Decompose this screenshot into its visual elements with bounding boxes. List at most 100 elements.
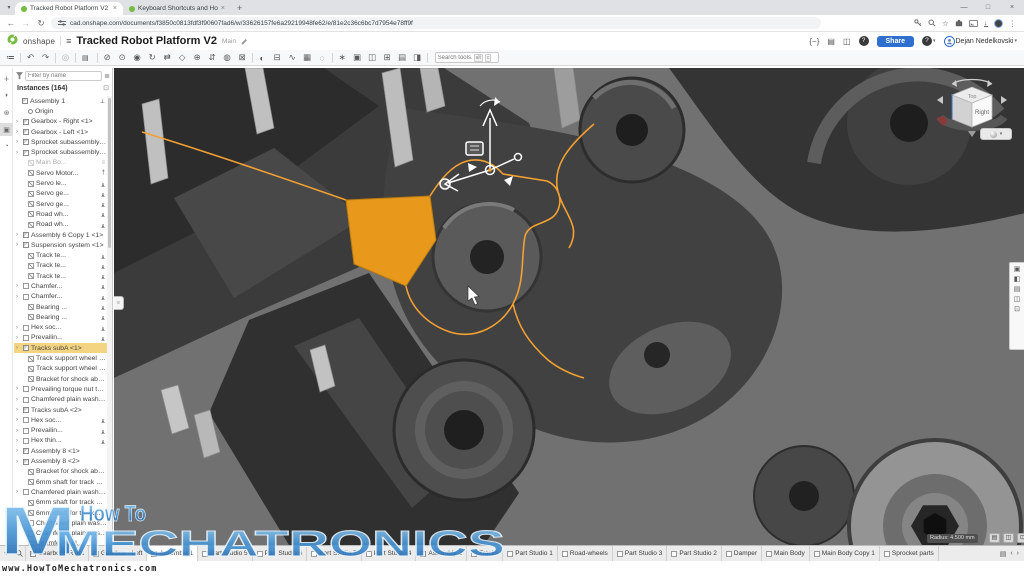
list-options-icon[interactable]: ≣: [104, 72, 110, 80]
document-tab[interactable]: Part Studio 7: [307, 546, 362, 561]
cylindrical-mate-icon[interactable]: ⊕: [190, 52, 205, 63]
tree-item[interactable]: 6mm shaft for track whee...: [14, 498, 107, 508]
tree-item[interactable]: Track support wheel <2>: [14, 364, 107, 374]
tree-item[interactable]: Servo ge...Y: [14, 199, 107, 209]
tree-item[interactable]: Track te...Y: [14, 271, 107, 281]
tree-item[interactable]: ›Chamfered plain washer ...: [14, 395, 107, 405]
expand-chevron-icon[interactable]: ›: [16, 119, 21, 125]
appearance-icon[interactable]: ◨: [410, 52, 425, 63]
undo-icon[interactable]: ↶: [23, 52, 38, 63]
redo-icon[interactable]: ↷: [38, 52, 53, 63]
tree-item[interactable]: Road wh...Y: [14, 209, 107, 219]
expand-chevron-icon[interactable]: ›: [16, 139, 21, 145]
rack-pinion-icon[interactable]: ⊟: [270, 52, 285, 63]
explode-icon[interactable]: ∗: [335, 52, 350, 63]
document-tab[interactable]: Main Body Copy 1: [810, 546, 880, 561]
tree-item[interactable]: ›Hex soc...Y: [14, 323, 107, 333]
document-tab[interactable]: Road-wheels: [558, 546, 613, 561]
road-wheel-center[interactable]: [433, 203, 541, 311]
fastened-mate-icon[interactable]: ⊠: [235, 52, 250, 63]
new-tab-button[interactable]: +: [237, 3, 242, 13]
tree-item[interactable]: Bearing ...Y: [14, 302, 107, 312]
expand-chevron-icon[interactable]: ›: [16, 438, 21, 444]
browser-tab[interactable]: Keyboard Shortcuts and Hotke×: [123, 2, 231, 15]
tree-item[interactable]: Servo Motor...†: [14, 168, 107, 178]
road-wheel-lower[interactable]: [394, 360, 534, 500]
notes-icon[interactable]: ▤: [827, 37, 835, 46]
document-tab[interactable]: Part Studio 3: [613, 546, 668, 561]
expand-chevron-icon[interactable]: ›: [16, 448, 21, 454]
assembly-3d-scene[interactable]: [114, 68, 1024, 545]
url-field[interactable]: cad.onshape.com/documents/f3850c0813fdf3…: [51, 17, 821, 29]
scroll-tabs-right-icon[interactable]: ›: [1017, 550, 1019, 557]
named-positions-icon[interactable]: ⊞: [380, 52, 395, 63]
code-brackets-icon[interactable]: {−}: [809, 37, 819, 46]
suspension-arm-hole[interactable]: [644, 342, 670, 368]
extensions-icon[interactable]: [955, 19, 963, 27]
3d-viewport[interactable]: Top Right ▾ ≡ ▣◧▤◫⊡ Radius: 4.500 mm ▤◫⊡: [114, 68, 1024, 545]
document-tab[interactable]: Gearbox - Right: [25, 546, 89, 561]
gears-icon[interactable]: ⊛: [0, 106, 13, 119]
tree-item[interactable]: Main Bo...≡: [14, 158, 107, 168]
display-options-icon[interactable]: ▤: [1014, 286, 1021, 293]
planar-mate-icon[interactable]: ◇: [175, 52, 190, 63]
help-icon[interactable]: ?: [922, 36, 932, 46]
group-icon[interactable]: ⊙: [115, 52, 130, 63]
axes-icon[interactable]: ∔: [0, 72, 13, 85]
comment-icon[interactable]: ◗: [0, 89, 13, 102]
assembly-features-icon[interactable]: ≔: [3, 52, 18, 63]
tab-search-icon[interactable]: [13, 546, 25, 561]
cube-arrow-right[interactable]: [1001, 96, 1007, 104]
profile-avatar[interactable]: [994, 19, 1003, 28]
document-tab[interactable]: Part Studio 4: [362, 546, 417, 561]
document-tab[interactable]: Part Studio 6: [253, 546, 308, 561]
expand-chevron-icon[interactable]: ›: [16, 407, 21, 413]
tree-item[interactable]: ›Suspension system <1>: [14, 240, 107, 250]
road-wheel-mid-right[interactable]: [754, 446, 854, 545]
document-tab[interactable]: Damper: [722, 546, 762, 561]
onshape-logo-icon[interactable]: [7, 32, 18, 50]
bookmark-star-icon[interactable]: ☆: [942, 19, 949, 28]
revolute-mate-icon[interactable]: ↻: [145, 52, 160, 63]
sprocket-wheel-upper[interactable]: [580, 78, 684, 182]
tree-item[interactable]: ›Chamfered plain washer ...: [14, 487, 107, 497]
tree-item[interactable]: ›Tracks subA <2>: [14, 405, 107, 415]
expand-chevron-icon[interactable]: ›: [16, 242, 21, 248]
mate-icon[interactable]: ⊘: [100, 52, 115, 63]
tree-item[interactable]: ›Chamfer...Y: [14, 292, 107, 302]
gear-relation-icon[interactable]: ◐: [255, 53, 270, 63]
filter-funnel-icon[interactable]: [16, 67, 23, 85]
tree-item[interactable]: Track te...Y: [14, 250, 107, 260]
tree-item[interactable]: ›Assembly 8 <2>: [14, 456, 107, 466]
isolate-icon[interactable]: ▣: [1014, 266, 1021, 273]
configurations-icon[interactable]: ⊡: [1014, 306, 1020, 313]
slider-mate-icon[interactable]: ⇄: [160, 52, 175, 63]
insert-icon[interactable]: ▤: [78, 54, 95, 62]
tree-item[interactable]: ›Assembly 6 Copy 1 <1>: [14, 230, 107, 240]
linear-pattern-icon[interactable]: ▦: [300, 52, 315, 63]
expand-chevron-icon[interactable]: ›: [16, 397, 21, 403]
help-menu[interactable]: ?▾: [922, 36, 936, 46]
maximize-button[interactable]: □: [976, 0, 1000, 15]
panel-scrollbar[interactable]: [107, 96, 112, 545]
rename-pencil-icon[interactable]: [241, 32, 249, 50]
tree-item[interactable]: Bearing ...Y: [14, 312, 107, 322]
document-tab[interactable]: Part Studio 1: [503, 546, 558, 561]
mate-connector-icon[interactable]: ◉: [130, 52, 145, 63]
ball-mate-icon[interactable]: ◍: [220, 52, 235, 63]
circular-pattern-icon[interactable]: ◌: [315, 53, 330, 63]
close-button[interactable]: ×: [1000, 0, 1024, 15]
tree-item[interactable]: ›Chamfer...Y: [14, 281, 107, 291]
snapshot-icon[interactable]: ▣: [350, 52, 365, 63]
expand-chevron-icon[interactable]: ›: [16, 294, 21, 300]
minimize-button[interactable]: —: [952, 0, 976, 15]
search-tools-input[interactable]: [438, 55, 472, 61]
document-menu-icon[interactable]: ≡: [66, 36, 71, 46]
document-tab[interactable]: Part Studio 2: [667, 546, 722, 561]
document-tab[interactable]: Gearbox - Left: [89, 546, 148, 561]
tree-item[interactable]: Chamfered plain washer ...: [14, 528, 107, 538]
browser-tab[interactable]: Tracked Robot Platform V2 | A×: [15, 2, 123, 15]
document-tab[interactable]: Tracks: [467, 546, 503, 561]
expand-chevron-icon[interactable]: ›: [16, 417, 21, 423]
tree-item[interactable]: ›Tracks subA <1>: [14, 343, 107, 353]
